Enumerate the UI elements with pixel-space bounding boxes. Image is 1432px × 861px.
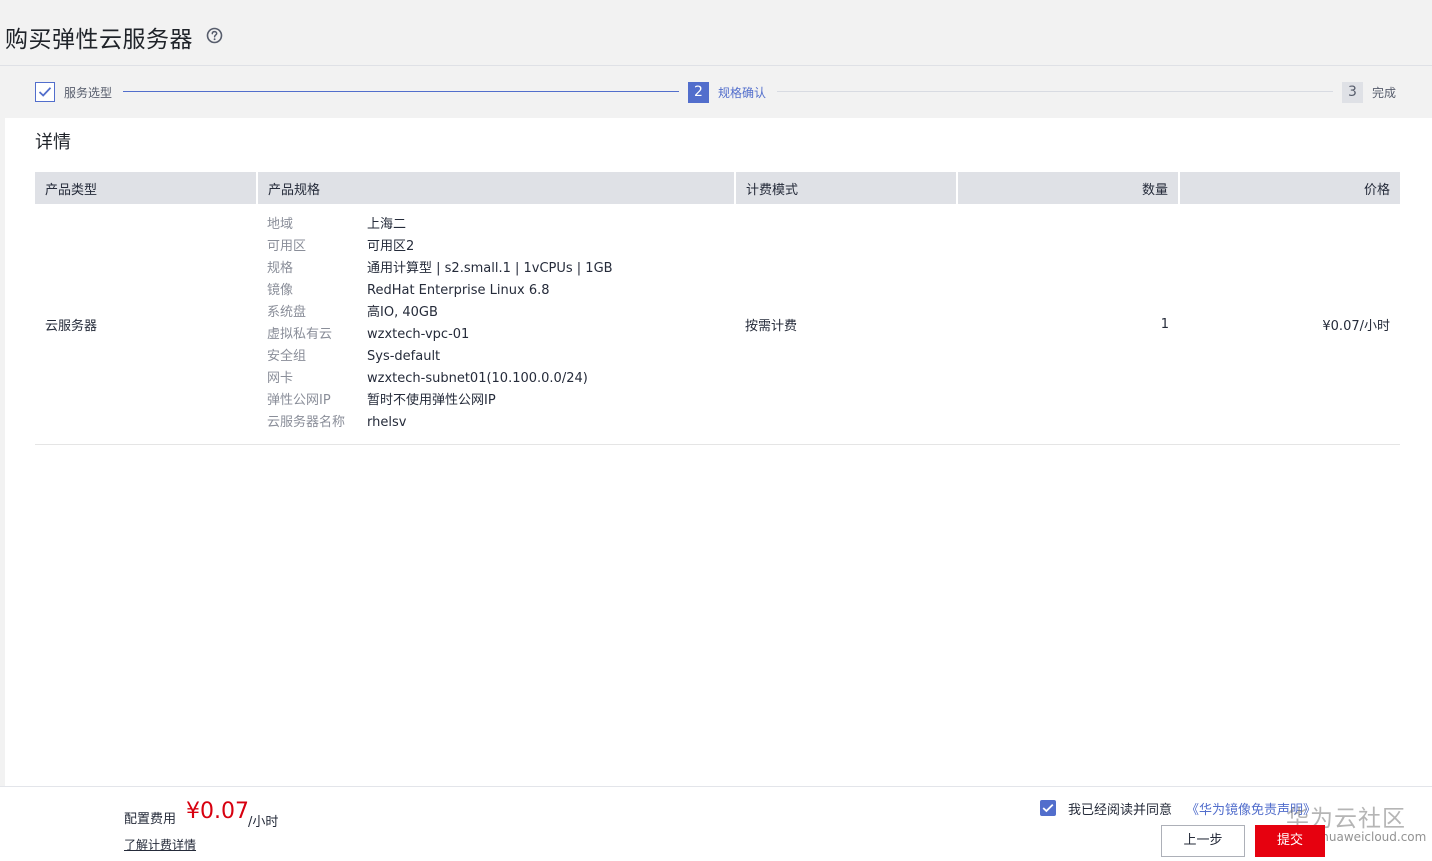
spec-row-eip: 弹性公网IP 暂时不使用弹性公网IP bbox=[267, 390, 725, 412]
fee-amount: ¥0.07 bbox=[186, 799, 249, 824]
step-2-number: 2 bbox=[688, 82, 709, 103]
step-3-label: 完成 bbox=[1372, 86, 1397, 100]
spec-key: 弹性公网IP bbox=[267, 393, 331, 408]
spec-row-system-disk: 系统盘 高IO, 40GB bbox=[267, 302, 725, 324]
step-1-label: 服务选型 bbox=[64, 86, 113, 100]
spec-key: 地域 bbox=[267, 217, 294, 232]
table-row: 云服务器 地域 上海二 可用区 可用区2 规格 通用计算型 | s2.small.1 … bbox=[35, 204, 1400, 445]
spec-row-region: 地域 上海二 bbox=[267, 214, 725, 236]
spec-key: 镜像 bbox=[267, 283, 294, 298]
page-title: 购买弹性云服务器 bbox=[5, 27, 193, 53]
spec-row-nic: 网卡 wzxtech-subnet01(10.100.0.0/24) bbox=[267, 368, 725, 390]
cell-price: ¥0.07/小时 bbox=[1179, 204, 1400, 445]
spec-row-flavor: 规格 通用计算型 | s2.small.1 | 1vCPUs | 1GB bbox=[267, 258, 725, 280]
spec-value: 高IO, 40GB bbox=[367, 305, 438, 320]
cell-product-spec: 地域 上海二 可用区 可用区2 规格 通用计算型 | s2.small.1 | 1vC… bbox=[257, 204, 735, 445]
column-header-product-type: 产品类型 bbox=[35, 172, 258, 204]
column-header-price: 价格 bbox=[1179, 172, 1400, 204]
cell-product-type: 云服务器 bbox=[35, 204, 257, 445]
column-header-billing-mode: 计费模式 bbox=[735, 172, 958, 204]
spec-row-server-name: 云服务器名称 rhelsv bbox=[267, 412, 725, 434]
step-2-label: 规格确认 bbox=[718, 86, 767, 100]
spec-row-image: 镜像 RedHat Enterprise Linux 6.8 bbox=[267, 280, 725, 302]
spec-value: 通用计算型 | s2.small.1 | 1vCPUs | 1GB bbox=[367, 261, 613, 276]
spec-key: 规格 bbox=[267, 261, 294, 276]
spec-key: 可用区 bbox=[267, 239, 307, 254]
detail-panel: 详情 产品类型 产品规格 计费模式 数量 价格 云服务器 地域 上海二 可用区 … bbox=[5, 118, 1432, 786]
cell-billing-mode: 按需计费 bbox=[735, 204, 957, 445]
fee-label: 配置费用 bbox=[124, 812, 177, 827]
cell-quantity: 1 bbox=[957, 204, 1179, 445]
spec-value: rhelsv bbox=[367, 415, 407, 430]
column-header-product-spec: 产品规格 bbox=[257, 172, 736, 204]
agree-checkbox[interactable] bbox=[1040, 800, 1056, 816]
spec-value: wzxtech-vpc-01 bbox=[367, 327, 470, 342]
bottom-action-bar: 配置费用 ¥0.07 /小时 了解计费详情 我已经阅读并同意 《华为镜像免责声明… bbox=[0, 786, 1432, 861]
step-3-number: 3 bbox=[1342, 82, 1363, 103]
question-circle-icon[interactable] bbox=[206, 27, 223, 44]
spec-value: Sys-default bbox=[367, 349, 441, 364]
spec-value: wzxtech-subnet01(10.100.0.0/24) bbox=[367, 371, 588, 386]
spec-key: 网卡 bbox=[267, 371, 294, 386]
step-connector-2 bbox=[777, 91, 1333, 92]
fee-unit: /小时 bbox=[248, 815, 279, 830]
spec-key: 云服务器名称 bbox=[267, 415, 346, 430]
spec-key: 安全组 bbox=[267, 349, 307, 364]
spec-value: 上海二 bbox=[367, 217, 407, 232]
page-header: 购买弹性云服务器 bbox=[0, 0, 1432, 66]
spec-key: 虚拟私有云 bbox=[267, 327, 333, 342]
billing-details-link[interactable]: 了解计费详情 bbox=[124, 836, 196, 853]
step-indicator: 服务选型 2 规格确认 3 完成 bbox=[0, 66, 1432, 118]
step-1-done-check-icon bbox=[35, 82, 55, 102]
table-header-row: 产品类型 产品规格 计费模式 数量 价格 bbox=[35, 172, 1400, 204]
step-connector-1 bbox=[123, 91, 679, 92]
spec-value: 暂时不使用弹性公网IP bbox=[367, 393, 496, 408]
spec-key: 系统盘 bbox=[267, 305, 307, 320]
section-title-detail: 详情 bbox=[35, 132, 71, 153]
spec-row-security-group: 安全组 Sys-default bbox=[267, 346, 725, 368]
submit-button[interactable]: 提交 bbox=[1255, 825, 1325, 857]
checkmark-icon bbox=[1042, 803, 1054, 813]
spec-row-vpc: 虚拟私有云 wzxtech-vpc-01 bbox=[267, 324, 725, 346]
agree-text: 我已经阅读并同意 bbox=[1068, 803, 1173, 818]
spec-row-zone: 可用区 可用区2 bbox=[267, 236, 725, 258]
spec-value: RedHat Enterprise Linux 6.8 bbox=[367, 283, 550, 298]
spec-value: 可用区2 bbox=[367, 239, 415, 254]
previous-step-button[interactable]: 上一步 bbox=[1161, 825, 1245, 857]
detail-table: 产品类型 产品规格 计费模式 数量 价格 云服务器 地域 上海二 可用区 可用区2 bbox=[35, 172, 1400, 445]
column-header-quantity: 数量 bbox=[957, 172, 1180, 204]
